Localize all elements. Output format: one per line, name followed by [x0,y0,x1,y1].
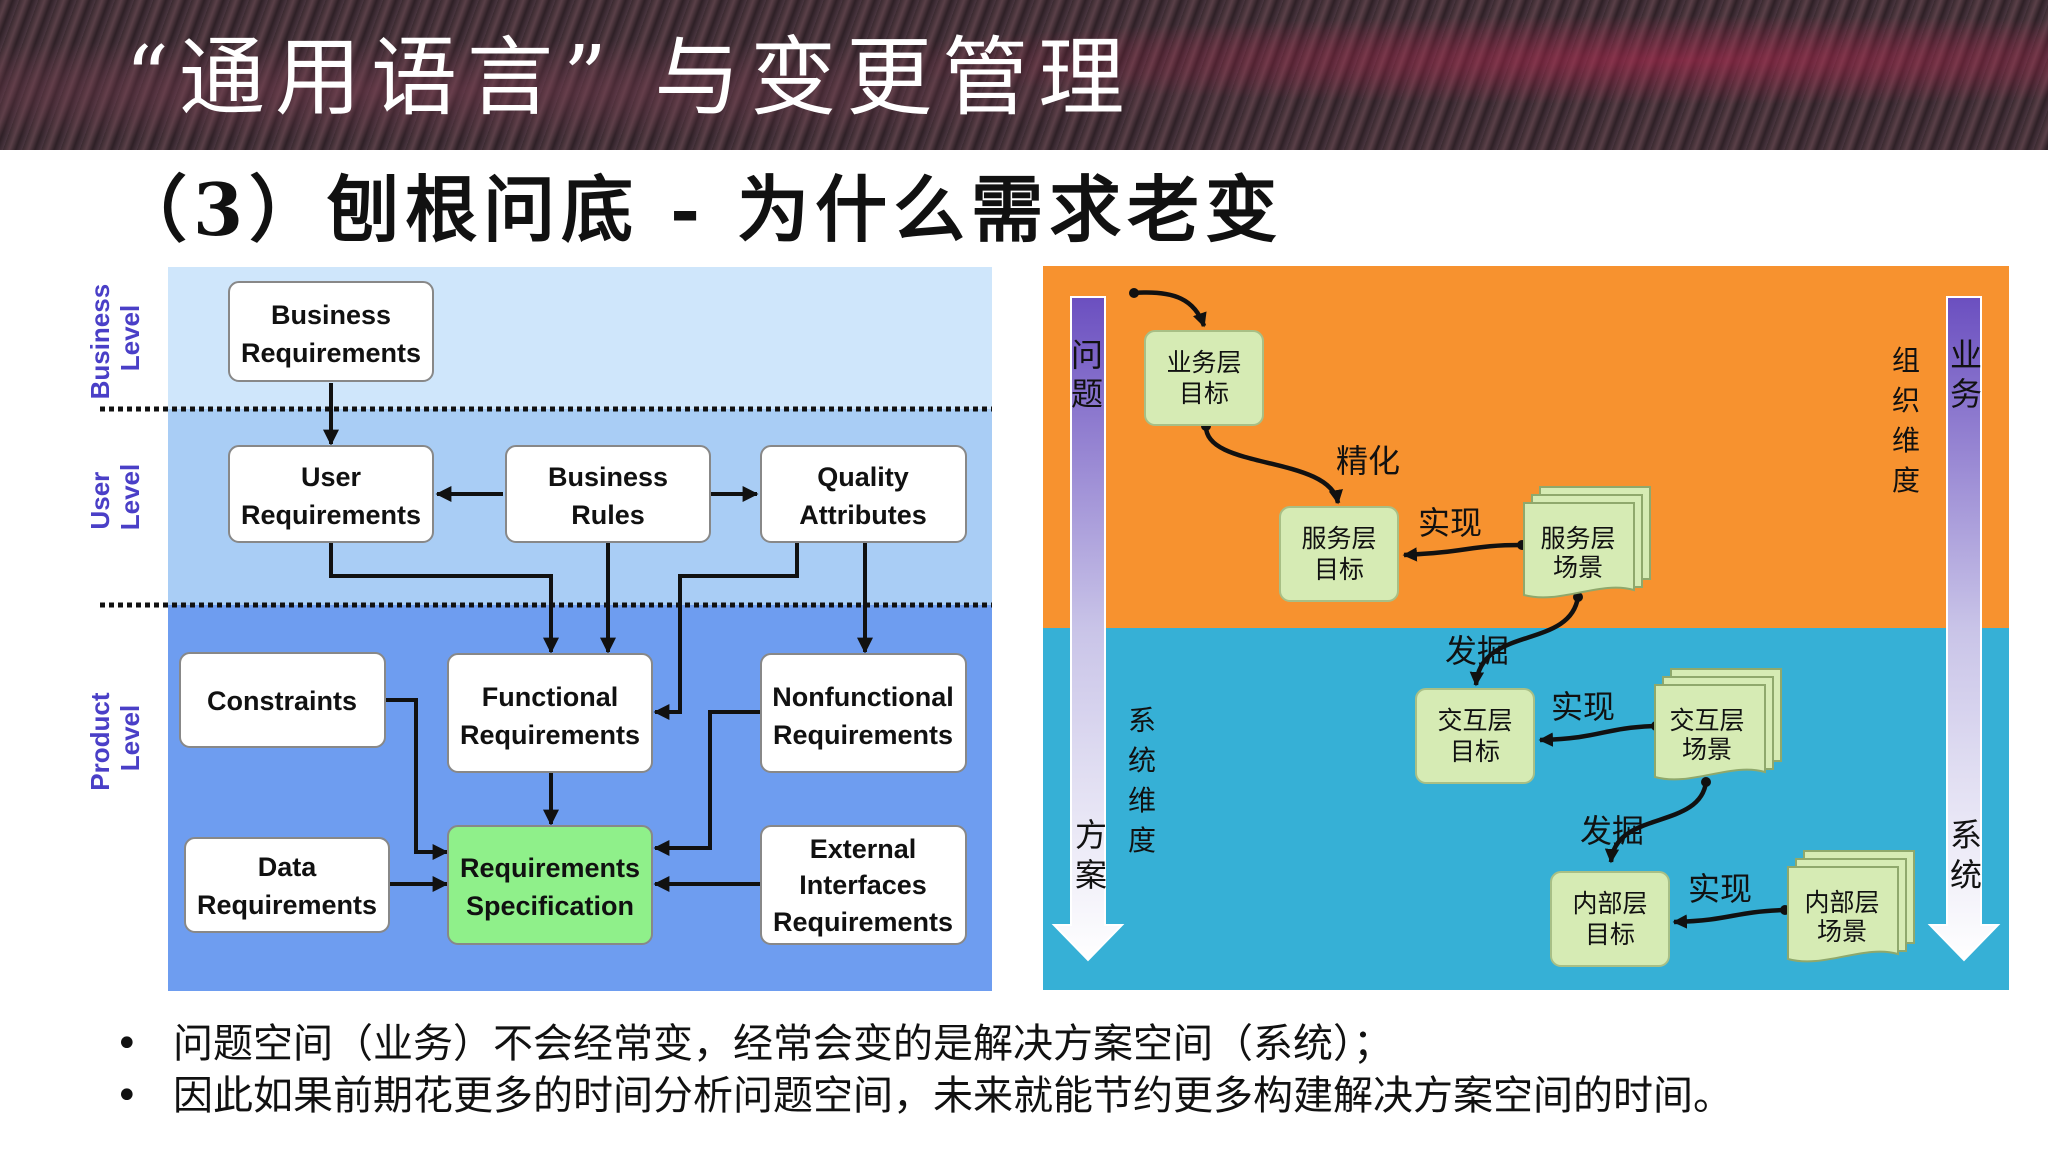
box-label: Requirements [197,890,377,920]
user-level-label: User Level [85,464,145,531]
box-label: Requirements [460,720,640,750]
box-label: Constraints [207,686,357,716]
bullet-dot: • [115,1073,139,1119]
bullet-item: • 因此如果前期花更多的时间分析问题空间，未来就能节约更多构建解决方案空间的时间。 [115,1070,1733,1122]
box-label: 交互层 [1437,706,1512,735]
data-requirements-box: Data Requirements [184,837,390,933]
box-label: 内部层 [1572,889,1647,918]
level-label-line2: Level [115,305,145,372]
service-goal-box: 服务层 目标 [1279,506,1399,602]
business-level-label: Business Level [85,277,145,400]
box-label: 交互层 [1669,706,1744,735]
interact-goal-box: 交互层 目标 [1415,688,1535,784]
box-label: 场景 [1682,735,1732,764]
realize-label: 实现 [1551,688,1615,726]
bullet-item: • 问题空间（业务）不会经常变，经常会变的是解决方案空间（系统）； [115,1018,1733,1070]
external-interfaces-box: External Interfaces Requirements [760,825,967,945]
box-label: Nonfunctional [772,682,953,712]
internal-goal-box: 内部层 目标 [1550,871,1670,967]
dimension-label: 度 [1892,464,1920,497]
business-requirements-box: Business Requirements [228,281,434,382]
discover-label: 发掘 [1580,812,1644,850]
discover-label: 发掘 [1445,632,1509,670]
requirements-specification-box: Requirements Specification [447,825,653,945]
box-label: 目标 [1179,379,1229,408]
axis-label: 统 [1950,856,1982,894]
box-label: Attributes [799,500,927,530]
box-label: External [810,834,917,864]
axis-label: 问 [1071,336,1103,374]
dimension-label: 维 [1128,784,1156,817]
box-label: 服务层 [1301,524,1376,553]
box-label: 服务层 [1540,524,1615,553]
box-label: Business [271,300,391,330]
dimension-label: 维 [1892,424,1920,457]
bullet-dot: • [115,1021,139,1067]
box-label: Requirements [241,338,421,368]
business-rules-box: Business Rules [505,445,711,543]
dimension-label: 度 [1128,824,1156,857]
box-label: 场景 [1553,553,1603,582]
dimension-label: 系 [1128,704,1156,737]
axis-label: 题 [1071,375,1103,413]
box-label: Requirements [773,907,953,937]
box-label: Data [258,852,318,882]
dimension-label: 组 [1892,344,1920,377]
refine-label: 精化 [1336,442,1400,480]
box-label: Requirements [773,720,953,750]
box-label: Quality [817,462,909,492]
constraints-box: Constraints [179,652,386,748]
axis-label: 系 [1950,816,1982,854]
box-label: 目标 [1450,737,1500,766]
functional-requirements-box: Functional Requirements [447,653,653,773]
box-label: 场景 [1817,917,1867,946]
axis-label: 案 [1075,856,1107,894]
box-label: Business [548,462,668,492]
box-label: 业务层 [1166,348,1241,377]
dimension-label: 织 [1892,384,1920,417]
diagrams-canvas: Business Level User Level Product Level [85,266,2009,991]
level-label-line1: Business [85,284,115,400]
box-label: Specification [466,891,634,921]
box-label: 目标 [1314,555,1364,584]
box-label: Functional [482,682,619,712]
problem-solution-space-diagram: 问 题 方 案 业 务 系 统 组 织 维 度 系 统 维 度 精化 实现 发掘… [1043,266,2009,990]
axis-label: 务 [1950,375,1982,413]
axis-label: 方 [1075,816,1107,854]
bullet-text: 因此如果前期花更多的时间分析问题空间，未来就能节约更多构建解决方案空间的时间。 [173,1073,1733,1119]
product-level-label: Product Level [85,685,145,790]
nonfunctional-requirements-box: Nonfunctional Requirements [760,653,967,773]
box-label: Requirements [241,500,421,530]
interact-scene-stack: 交互层 场景 [1654,668,1782,781]
box-label: Requirements [460,853,640,883]
service-scene-stack: 服务层 场景 [1523,486,1651,599]
realize-label: 实现 [1688,870,1752,908]
box-label: 内部层 [1804,888,1879,917]
requirements-level-diagram: Business Level User Level Product Level [85,267,992,991]
user-requirements-box: User Requirements [228,445,434,543]
box-label: Interfaces [799,870,927,900]
bullet-text: 问题空间（业务）不会经常变，经常会变的是解决方案空间（系统）； [173,1021,1393,1067]
box-label: User [301,462,362,492]
axis-label: 业 [1950,336,1982,374]
dimension-label: 统 [1128,744,1156,777]
internal-scene-stack: 内部层 场景 [1787,850,1915,963]
biz-goal-box: 业务层 目标 [1144,330,1264,426]
realize-label: 实现 [1418,504,1482,542]
bullet-list: • 问题空间（业务）不会经常变，经常会变的是解决方案空间（系统）； • 因此如果前期… [115,1018,1733,1122]
box-label: 目标 [1585,920,1635,949]
quality-attributes-box: Quality Attributes [760,445,967,543]
box-label: Rules [571,500,645,530]
